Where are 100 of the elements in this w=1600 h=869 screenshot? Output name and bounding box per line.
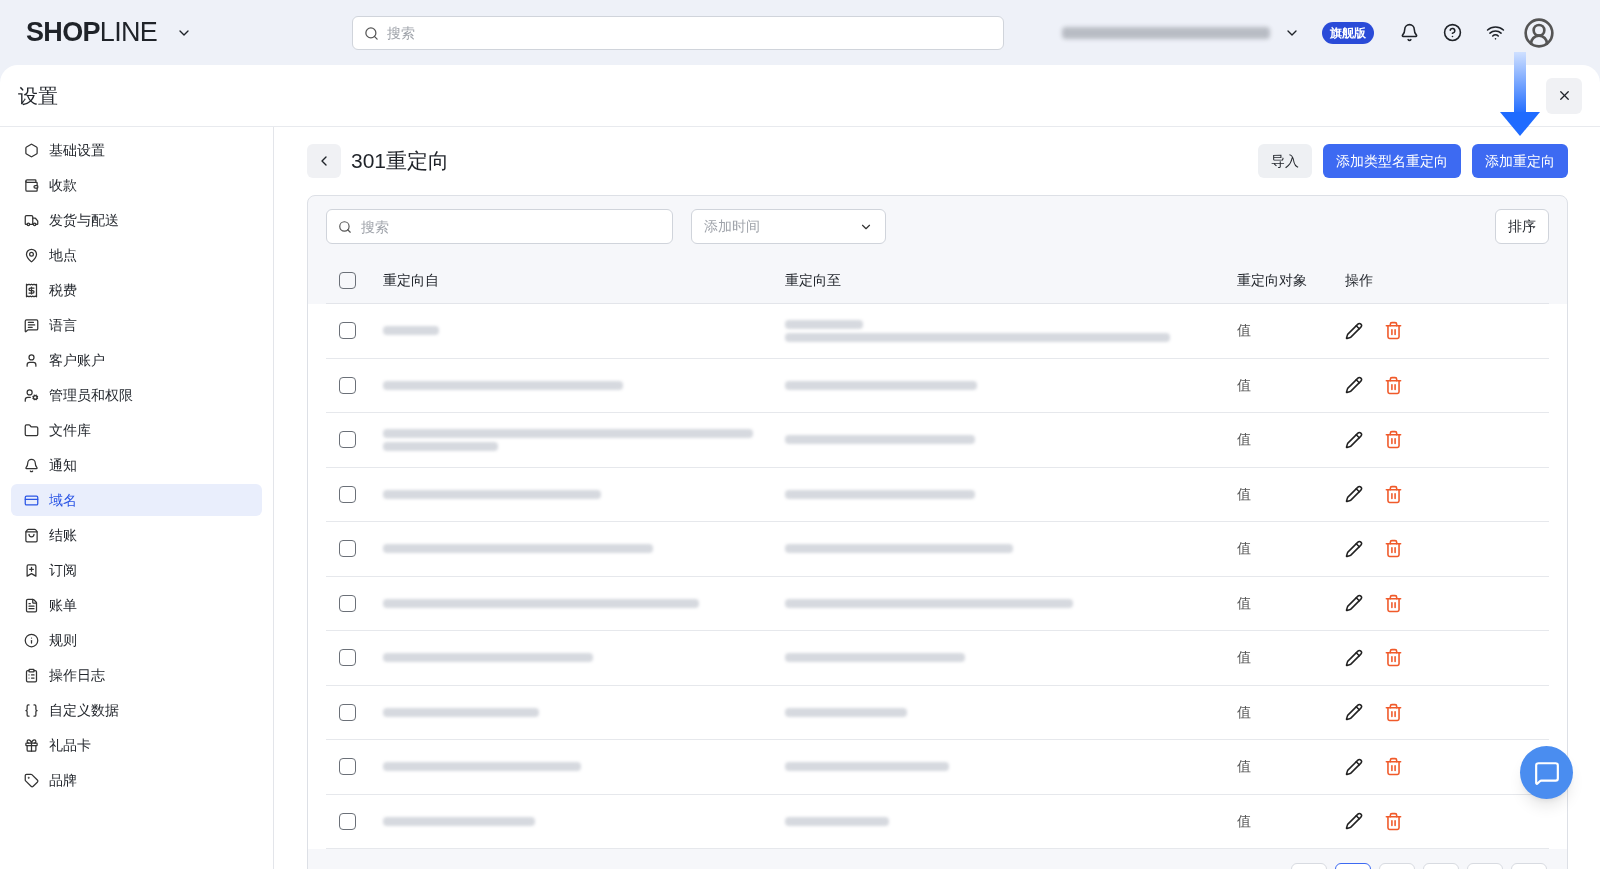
edit-icon[interactable] — [1345, 594, 1363, 613]
sidebar-item[interactable]: 品牌 — [11, 764, 262, 796]
sidebar-icon — [24, 772, 39, 788]
sidebar-item[interactable]: 基础设置 — [11, 134, 262, 166]
sidebar-icon — [24, 492, 39, 508]
row-checkbox[interactable] — [339, 594, 356, 612]
sidebar-icon — [24, 352, 39, 368]
row-checkbox[interactable] — [339, 485, 356, 503]
notification-icon[interactable] — [1400, 23, 1419, 42]
table-cell-text: 值 — [1237, 484, 1252, 504]
row-checkbox[interactable] — [339, 758, 356, 776]
search-field[interactable]: 搜索 — [352, 15, 1004, 50]
sidebar-item[interactable]: 地点 — [11, 239, 262, 271]
edit-icon[interactable] — [1345, 539, 1363, 558]
row-checkbox[interactable] — [339, 322, 356, 340]
sidebar-icon — [24, 702, 39, 718]
sidebar-icon — [24, 212, 39, 228]
delete-icon[interactable] — [1384, 702, 1403, 722]
delete-icon[interactable] — [1384, 811, 1403, 831]
row-checkbox[interactable] — [339, 812, 356, 830]
sidebar-item[interactable]: 规则 — [11, 624, 262, 656]
column-header: 重定向对象 — [1237, 271, 1308, 290]
help-icon[interactable] — [1443, 23, 1462, 42]
sidebar-item[interactable]: 语言 — [11, 309, 262, 341]
sidebar-item[interactable]: 域名 — [11, 484, 262, 516]
search-icon — [364, 25, 379, 41]
row-checkbox[interactable] — [339, 376, 356, 394]
panel-title: 设置 — [18, 83, 58, 109]
sidebar-item[interactable]: 管理员和权限 — [11, 379, 262, 411]
edit-icon[interactable] — [1345, 648, 1363, 667]
redacted-text — [383, 326, 439, 336]
sidebar-icon — [24, 282, 39, 298]
sidebar-item[interactable]: 自定义数据 — [11, 694, 262, 726]
page-title: 301重定向 — [351, 148, 450, 175]
edit-icon[interactable] — [1345, 321, 1363, 340]
column-header: 重定向至 — [785, 271, 842, 290]
row-checkbox[interactable] — [339, 540, 356, 558]
sort-button[interactable]: 排序 — [1495, 209, 1549, 244]
edit-icon[interactable] — [1345, 812, 1363, 831]
sidebar-item[interactable]: 税费 — [11, 274, 262, 306]
edit-icon[interactable] — [1345, 430, 1363, 449]
row-checkbox[interactable] — [339, 431, 356, 449]
avatar-icon[interactable] — [1523, 16, 1555, 49]
sidebar-item[interactable]: 礼品卡 — [11, 729, 262, 761]
sidebar-icon — [24, 562, 39, 578]
delete-icon[interactable] — [1384, 375, 1403, 395]
sidebar-icon — [24, 527, 39, 543]
column-header: 重定向自 — [383, 271, 440, 290]
delete-icon[interactable] — [1384, 430, 1403, 450]
sidebar-icon — [24, 597, 39, 613]
sidebar-item[interactable]: 结账 — [11, 519, 262, 551]
table-cell-text: 值 — [1237, 757, 1252, 777]
search-field[interactable]: 搜索 — [326, 209, 673, 244]
sidebar-item[interactable]: 订阅 — [11, 554, 262, 586]
delete-icon[interactable] — [1384, 484, 1403, 504]
sidebar-item[interactable]: 账单 — [11, 589, 262, 621]
delete-icon[interactable] — [1384, 757, 1403, 777]
sidebar-icon — [24, 422, 39, 438]
sidebar-item[interactable]: 发货与配送 — [11, 204, 262, 236]
close-button[interactable] — [1546, 77, 1582, 114]
sidebar-item[interactable]: 客户账户 — [11, 344, 262, 376]
table-cell-text: 值 — [1237, 375, 1252, 395]
sidebar-icon — [24, 247, 39, 263]
row-checkbox[interactable] — [339, 649, 356, 667]
row-checkbox[interactable] — [339, 703, 356, 721]
sidebar-item[interactable]: 通知 — [11, 449, 262, 481]
edit-icon[interactable] — [1345, 757, 1363, 776]
sidebar-icon — [24, 457, 39, 473]
back-button[interactable] — [307, 144, 341, 178]
sidebar-icon — [24, 317, 39, 333]
sidebar-icon — [24, 142, 39, 158]
chat-icon — [1533, 759, 1560, 786]
primary-button[interactable]: 添加类型名重定向 — [1323, 144, 1461, 178]
plan-badge: 旗舰版 — [1322, 21, 1374, 44]
sidebar-icon — [24, 632, 39, 648]
import-button[interactable]: 导入 — [1258, 144, 1312, 178]
sidebar-icon — [24, 737, 39, 753]
sidebar-icon — [24, 667, 39, 683]
sidebar-item[interactable]: 收款 — [11, 169, 262, 201]
table-cell-text: 值 — [1237, 321, 1252, 341]
table-cell-text: 值 — [1237, 811, 1252, 831]
sidebar-icon — [24, 387, 39, 403]
sidebar-item[interactable]: 操作日志 — [11, 659, 262, 691]
edit-icon[interactable] — [1345, 376, 1363, 395]
logo[interactable]: SHOPLINE — [26, 12, 172, 53]
table-cell-text: 值 — [1237, 648, 1252, 668]
table-cell-text: 值 — [1237, 593, 1252, 613]
edit-icon[interactable] — [1345, 485, 1363, 504]
sidebar-icon — [24, 177, 39, 193]
table-cell-text: 值 — [1237, 430, 1252, 450]
delete-icon[interactable] — [1384, 321, 1403, 341]
delete-icon[interactable] — [1384, 648, 1403, 668]
table-cell-text: 值 — [1237, 702, 1252, 722]
edit-icon[interactable] — [1345, 703, 1363, 722]
wifi-icon[interactable] — [1486, 23, 1505, 42]
delete-icon[interactable] — [1384, 539, 1403, 559]
delete-icon[interactable] — [1384, 593, 1403, 613]
sidebar-item[interactable]: 文件库 — [11, 414, 262, 446]
primary-button[interactable]: 添加重定向 — [1472, 144, 1568, 178]
select-all-checkbox[interactable] — [339, 272, 356, 289]
